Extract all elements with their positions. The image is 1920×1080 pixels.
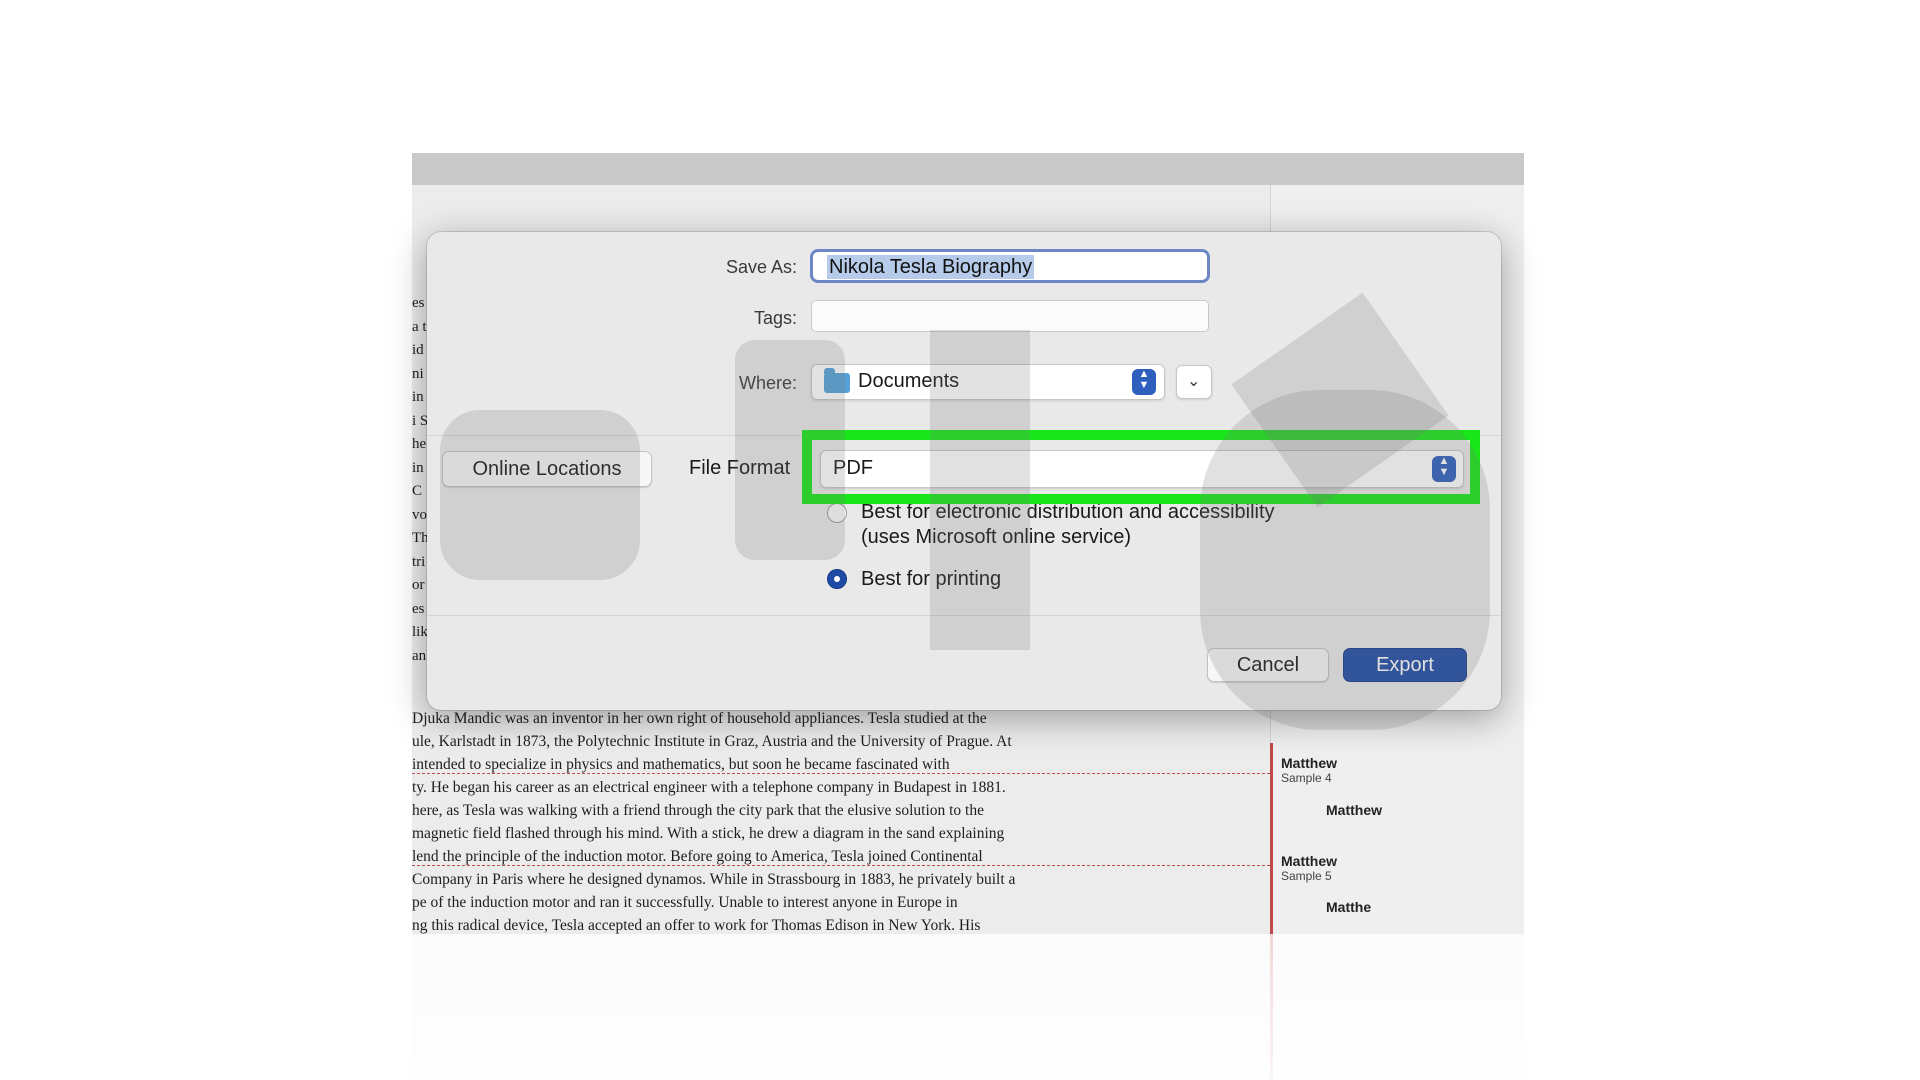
text-fragment: a t [412, 318, 427, 335]
doc-line: ty. He began his career as an electrical… [412, 779, 1006, 796]
watermark-shape [735, 340, 845, 560]
text-fragment: vo [412, 506, 427, 523]
text-fragment: he [412, 436, 427, 452]
chevron-down-icon: ⌄ [1187, 373, 1201, 390]
up-down-chevron-icon: ▲ ▼ [1132, 369, 1156, 395]
text-fragment: i S [412, 412, 429, 429]
comment-author: Matthew [1281, 755, 1337, 771]
text-fragment: in [412, 389, 424, 405]
comment-text: Sample 5 [1281, 869, 1332, 883]
window-toolbar [412, 153, 1524, 185]
document-body: Djuka Mandic was an inventor in her own … [412, 707, 1312, 937]
comment-anchor-line [412, 773, 1270, 774]
tags-label: Tags: [753, 308, 797, 328]
text-fragment: ni [412, 365, 424, 382]
text-fragment: id [412, 342, 424, 358]
doc-line: Djuka Mandic was an inventor in her own … [412, 710, 987, 727]
expand-button[interactable]: ⌄ [1176, 365, 1212, 399]
text-fragment: es [412, 600, 425, 617]
doc-line: ule, Karlstadt in 1873, the Polytechnic … [412, 733, 1012, 750]
text-fragment: lik [412, 624, 428, 640]
text-fragment: in [412, 459, 424, 476]
text-fragment: es [412, 295, 425, 311]
tags-input[interactable] [811, 300, 1209, 332]
text-fragment: or [412, 577, 425, 593]
comment-card[interactable]: Matthew Sample 4 [1281, 755, 1337, 785]
text-fragment: tri [412, 553, 426, 570]
comment-text: Sample 4 [1281, 771, 1332, 785]
radio-printing[interactable] [827, 569, 847, 589]
doc-line: pe of the induction motor and ran it suc… [412, 894, 958, 911]
bottom-fade [412, 934, 1524, 1080]
comment-reply-author: Matthew [1326, 802, 1382, 818]
text-fragment: C [412, 483, 423, 499]
save-as-input[interactable]: Nikola Tesla Biography [810, 249, 1210, 283]
save-as-label: Save As: [725, 257, 797, 277]
text-fragment: an [412, 647, 427, 664]
comment-reply-author: Matthe [1326, 899, 1372, 915]
comment-anchor-line [412, 865, 1270, 866]
watermark-shape [930, 330, 1030, 650]
doc-line: magnetic field flashed through his mind.… [412, 825, 1005, 842]
comment-card[interactable]: Matthew Sample 5 [1281, 853, 1337, 883]
save-as-value: Nikola Tesla Biography [827, 255, 1035, 279]
doc-line: here, as Tesla was walking with a friend… [412, 802, 984, 819]
comment-author: Matthew [1281, 853, 1337, 869]
doc-line: Company in Paris where he designed dynam… [412, 871, 1016, 888]
watermark-shape [440, 410, 640, 580]
